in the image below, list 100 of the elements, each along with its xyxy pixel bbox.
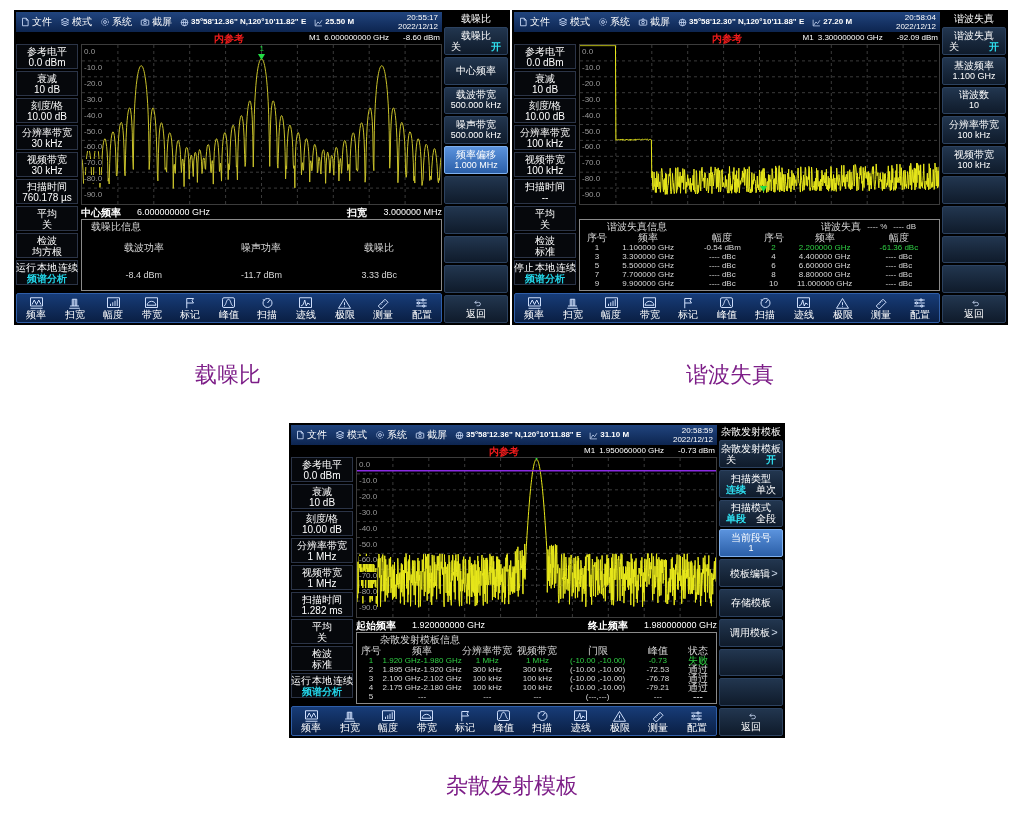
toolbar-button[interactable]: 标记 [455,709,476,733]
back-button[interactable]: 返回 [942,295,1006,323]
parameter-button[interactable]: 视频带宽 1 MHz [291,565,353,590]
toolbar-button[interactable]: 配置 [686,709,707,733]
parameter-button[interactable]: 平均 关 [514,206,576,231]
toolbar-button[interactable]: 扫描 [532,709,553,733]
toolbar-button[interactable]: 峰值 [716,296,737,320]
parameter-button[interactable]: 检波 均方根 [16,233,78,258]
parameter-button[interactable]: 视频带宽 30 kHz [16,152,78,177]
toolbar-button[interactable]: 扫宽 [562,296,583,320]
toggle-option[interactable]: 单次 [756,483,776,495]
parameter-button[interactable]: 衰减 10 dB [514,71,576,96]
toggle-option[interactable]: 关 [949,40,959,52]
toolbar-button[interactable]: 带宽 [639,296,660,320]
parameter-button[interactable]: 参考电平 0.0 dBm [16,44,78,69]
toggle-button[interactable]: 扫描模式 单段 全段 [719,499,783,528]
softkey-button[interactable]: 噪声带宽 500.000 kHz [444,116,508,145]
menu-button[interactable]: 系统 [375,429,407,441]
parameter-button[interactable]: 刻度/格 10.00 dB [514,98,576,123]
menu-button[interactable]: 截屏 [140,16,172,28]
menu-button[interactable]: 文件 [20,16,52,28]
softkey-button[interactable]: 基波频率 1.100 GHz [942,56,1006,85]
toggle-button[interactable]: 载噪比 关 开 [444,27,508,55]
parameter-button[interactable]: 扫描时间 760.178 µs [16,179,78,204]
menu-button[interactable]: 系统 [100,16,132,28]
parameter-button[interactable]: 视频带宽 100 kHz [514,152,576,177]
toolbar-button[interactable]: 极限 [334,296,355,320]
back-button[interactable]: 返回 [719,708,783,736]
menu-button[interactable]: 文件 [518,16,550,28]
menu-button[interactable]: 模式 [558,16,590,28]
toolbar-button[interactable]: 配置 [909,296,930,320]
parameter-button[interactable]: 刻度/格 10.00 dB [291,511,353,536]
toolbar-button[interactable]: 测量 [648,709,669,733]
parameter-button[interactable]: 刻度/格 10.00 dB [16,98,78,123]
toolbar-button[interactable]: 频率 [524,296,545,320]
toolbar-button[interactable]: 带宽 [141,296,162,320]
menu-button[interactable]: 截屏 [415,429,447,441]
toolbar-button[interactable]: 迹线 [296,296,316,320]
softkey-button[interactable]: 模板编辑> [719,559,783,587]
parameter-button[interactable]: 平均 关 [16,206,78,231]
softkey-button[interactable] [942,205,1006,234]
parameter-button[interactable]: 扫描时间 -- [514,179,576,204]
menu-button[interactable]: 文件 [295,429,327,441]
toolbar-button[interactable]: 标记 [180,296,201,320]
toolbar-button[interactable]: 扫描 [755,296,776,320]
softkey-button[interactable]: 当前段号 1 [719,529,783,558]
toolbar-button[interactable]: 频率 [26,296,47,320]
toggle-option[interactable]: 开 [491,40,501,52]
softkey-button[interactable]: 视频带宽 100 kHz [942,146,1006,174]
toolbar-button[interactable]: 扫描 [257,296,278,320]
toolbar-button[interactable]: 迹线 [571,709,591,733]
softkey-button[interactable]: 载波带宽 500.000 kHz [444,86,508,115]
toolbar-button[interactable]: 标记 [678,296,699,320]
softkey-button[interactable] [719,648,783,677]
toolbar-button[interactable]: 扫宽 [64,296,85,320]
softkey-button[interactable] [719,678,783,707]
parameter-button[interactable]: 检波 标准 [514,233,576,258]
parameter-button[interactable]: 分辨率带宽 1 MHz [291,538,353,563]
softkey-button[interactable] [444,205,508,234]
parameter-button[interactable]: 参考电平 0.0 dBm [291,457,353,482]
toolbar-button[interactable]: 峰值 [493,709,514,733]
toolbar-button[interactable]: 频率 [301,709,322,733]
softkey-button[interactable]: 分辨率带宽 100 kHz [942,116,1006,145]
parameter-button[interactable]: 检波 标准 [291,646,353,671]
softkey-button[interactable] [942,235,1006,264]
softkey-button[interactable] [942,265,1006,294]
toggle-button[interactable]: 杂散发射模板 关 开 [719,440,783,468]
toolbar-button[interactable]: 幅度 [378,709,399,733]
softkey-button[interactable] [444,235,508,264]
parameter-button[interactable]: 衰减 10 dB [16,71,78,96]
toggle-option[interactable]: 单段 [726,513,746,525]
parameter-button[interactable]: 参考电平 0.0 dBm [514,44,576,69]
softkey-button[interactable]: 频率偏移 1.000 MHz [444,146,508,174]
menu-button[interactable]: 模式 [335,429,367,441]
toggle-option[interactable]: 开 [766,453,776,465]
toolbar-button[interactable]: 幅度 [601,296,622,320]
menu-button[interactable]: 模式 [60,16,92,28]
parameter-button[interactable]: 平均 关 [291,619,353,644]
toggle-option[interactable]: 关 [451,40,461,52]
toggle-option[interactable]: 全段 [756,513,776,525]
softkey-button[interactable]: 谐波数 10 [942,86,1006,115]
toggle-button[interactable]: 谐波失真 关 开 [942,27,1006,55]
softkey-button[interactable]: 中心频率 [444,56,508,85]
menu-button[interactable]: 截屏 [638,16,670,28]
toolbar-button[interactable]: 幅度 [103,296,124,320]
parameter-button[interactable]: 扫描时间 1.282 ms [291,592,353,617]
toolbar-button[interactable]: 测量 [871,296,892,320]
back-button[interactable]: 返回 [444,295,508,323]
toolbar-button[interactable]: 迹线 [794,296,814,320]
toolbar-button[interactable]: 带宽 [416,709,437,733]
softkey-button[interactable] [942,176,1006,204]
softkey-button[interactable]: 调用模板> [719,618,783,647]
parameter-button[interactable]: 衰减 10 dB [291,484,353,509]
menu-button[interactable]: 系统 [598,16,630,28]
toolbar-button[interactable]: 峰值 [218,296,239,320]
toggle-button[interactable]: 扫描类型 连续 单次 [719,469,783,498]
toolbar-button[interactable]: 极限 [609,709,630,733]
parameter-button[interactable]: 分辨率带宽 100 kHz [514,125,576,150]
toolbar-button[interactable]: 极限 [832,296,853,320]
toggle-option[interactable]: 连续 [726,483,746,495]
